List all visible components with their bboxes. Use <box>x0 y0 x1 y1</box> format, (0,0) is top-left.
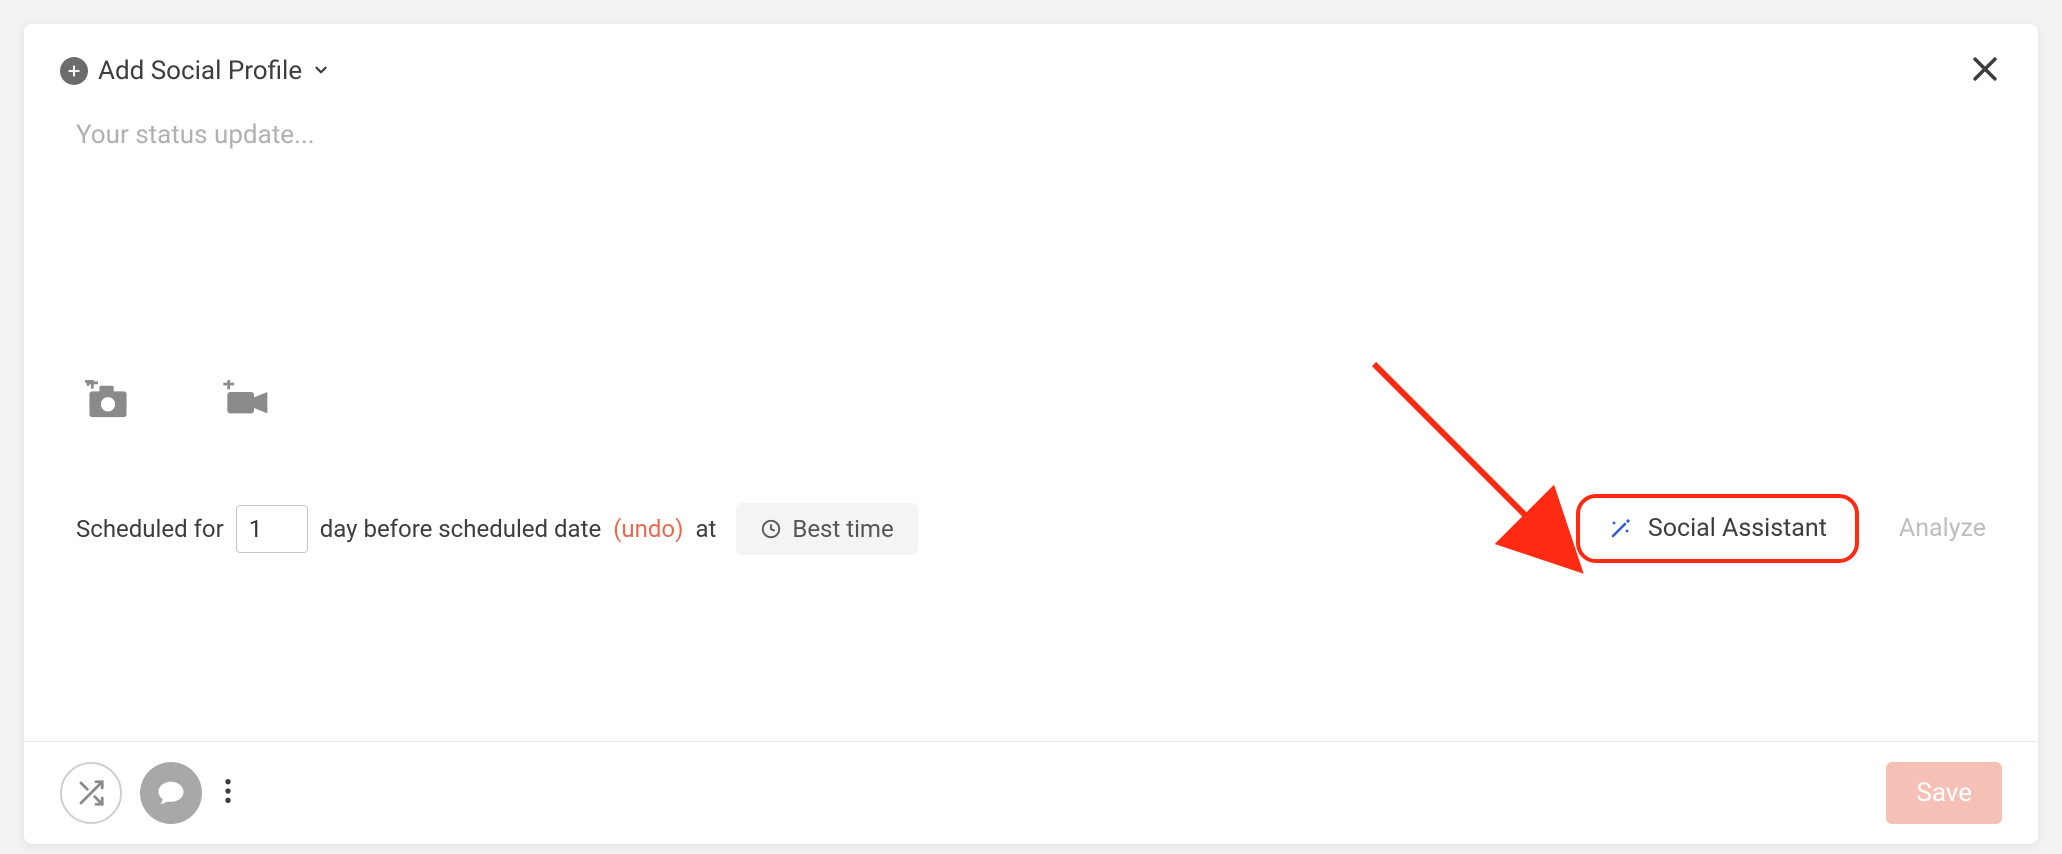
chat-bubble-icon <box>156 778 186 808</box>
add-profile-label: Add Social Profile <box>98 56 302 86</box>
media-toolbar <box>76 380 1986 424</box>
shuffle-icon <box>76 778 106 808</box>
kebab-icon <box>224 777 232 805</box>
add-social-profile-button[interactable]: Add Social Profile <box>60 56 330 86</box>
chevron-down-icon <box>312 56 330 86</box>
footer-left <box>60 762 236 824</box>
days-before-input[interactable] <box>236 505 308 553</box>
close-button[interactable] <box>1968 52 2002 90</box>
best-time-label: Best time <box>792 515 893 543</box>
compose-modal: Add Social Profile <box>24 24 2038 844</box>
schedule-suffix: day before scheduled date <box>320 515 601 543</box>
undo-link[interactable]: (undo) <box>613 515 683 543</box>
add-photo-icon[interactable] <box>84 380 132 424</box>
more-options-button[interactable] <box>220 777 236 809</box>
schedule-at-label: at <box>695 515 716 543</box>
schedule-right-actions: Social Assistant Analyze <box>1576 494 1986 563</box>
modal-header: Add Social Profile <box>24 24 2038 90</box>
social-assistant-label: Social Assistant <box>1648 514 1827 543</box>
magic-wand-icon <box>1608 517 1632 541</box>
schedule-prefix: Scheduled for <box>76 515 224 543</box>
modal-body: Scheduled for day before scheduled date … <box>24 90 2038 741</box>
analyze-button[interactable]: Analyze <box>1899 514 1986 543</box>
modal-footer: Save <box>24 741 2038 844</box>
shuffle-button[interactable] <box>60 762 122 824</box>
schedule-row: Scheduled for day before scheduled date … <box>76 464 1986 597</box>
status-update-input[interactable] <box>76 120 1986 370</box>
save-button[interactable]: Save <box>1886 762 2002 824</box>
plus-circle-icon <box>60 57 88 85</box>
add-video-icon[interactable] <box>222 380 270 424</box>
best-time-button[interactable]: Best time <box>736 503 917 555</box>
comment-button[interactable] <box>140 762 202 824</box>
social-assistant-button[interactable]: Social Assistant <box>1576 494 1859 563</box>
